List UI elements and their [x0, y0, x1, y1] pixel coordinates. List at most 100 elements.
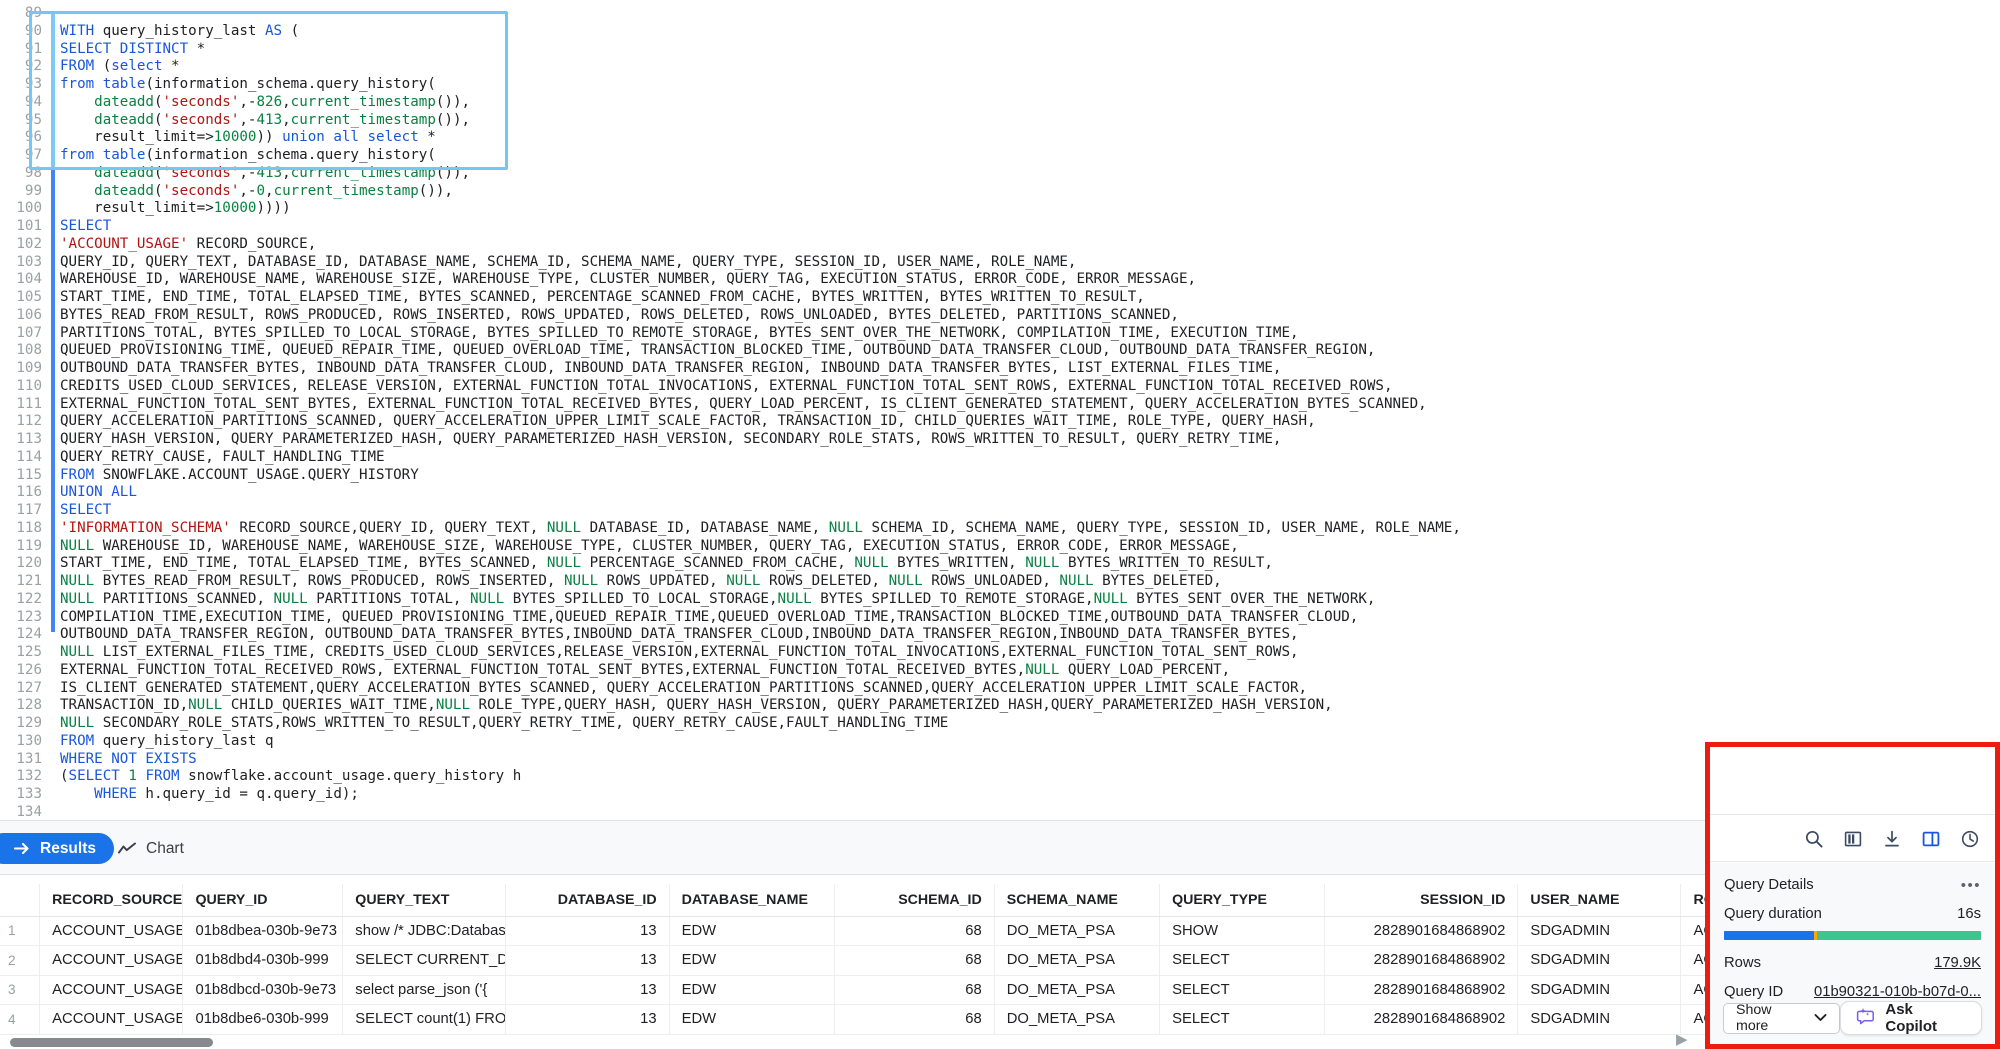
column-header-user_name[interactable]: USER_NAME — [1517, 884, 1682, 917]
columns-icon[interactable] — [1843, 829, 1863, 849]
code-line[interactable]: NULL WAREHOUSE_ID, WAREHOUSE_NAME, WAREH… — [60, 538, 1461, 556]
code-line[interactable]: dateadd('seconds',-413,current_timestamp… — [60, 112, 1461, 130]
cell-database_id[interactable]: 13 — [505, 916, 670, 946]
search-icon[interactable] — [1804, 829, 1824, 849]
cell-record_source[interactable]: ACCOUNT_USAGE — [39, 916, 184, 946]
cell-schema_name[interactable]: DO_META_PSA — [994, 916, 1161, 946]
column-header-record_source[interactable]: RECORD_SOURCE — [39, 884, 184, 917]
ask-copilot-button[interactable]: Ask Copilot — [1840, 1001, 1982, 1035]
code-line[interactable]: dateadd('seconds',-0,current_timestamp()… — [60, 183, 1461, 201]
cell-query_text[interactable]: SELECT CURRENT_DAT — [342, 945, 507, 976]
table-row[interactable]: 2 ACCOUNT_USAGE 01b8dbd4-030b-999 SELECT CU… — [0, 945, 2000, 976]
code-line[interactable]: FROM SNOWFLAKE.ACCOUNT_USAGE.QUERY_HISTO… — [60, 467, 1461, 485]
code-line[interactable]: BYTES_READ_FROM_RESULT, ROWS_PRODUCED, R… — [60, 307, 1461, 325]
column-header-schema_name[interactable]: SCHEMA_NAME — [994, 884, 1161, 917]
code-line[interactable]: FROM (select * — [60, 58, 1461, 76]
results-grid[interactable]: RECORD_SOURCE QUERY_ID QUERY_TEXT DATABASE_… — [0, 875, 2000, 1035]
code-line[interactable]: QUERY_HASH_VERSION, QUERY_PARAMETERIZED_… — [60, 431, 1461, 449]
horizontal-scrollbar[interactable] — [0, 1035, 2000, 1049]
cell-user_name[interactable]: SDGADMIN — [1517, 945, 1682, 976]
tab-results[interactable]: Results — [0, 833, 114, 864]
column-header-query_text[interactable]: QUERY_TEXT — [342, 884, 507, 917]
code-line[interactable]: PARTITIONS_TOTAL, BYTES_SPILLED_TO_LOCAL… — [60, 325, 1461, 343]
cell-record_source[interactable]: ACCOUNT_USAGE — [39, 1004, 184, 1035]
tab-chart[interactable]: Chart — [104, 833, 198, 864]
table-row[interactable]: 1 ACCOUNT_USAGE 01b8dbea-030b-9e73 show /* … — [0, 916, 2000, 946]
cell-query_id[interactable]: 01b8dbe6-030b-999 — [182, 1004, 344, 1035]
cell-database_name[interactable]: EDW — [669, 1004, 835, 1035]
code-line[interactable]: EXTERNAL_FUNCTION_TOTAL_SENT_BYTES, EXTE… — [60, 396, 1461, 414]
code-line[interactable]: START_TIME, END_TIME, TOTAL_ELAPSED_TIME… — [60, 289, 1461, 307]
cell-record_source[interactable]: ACCOUNT_USAGE — [39, 945, 184, 976]
code-line[interactable]: UNION ALL — [60, 484, 1461, 502]
column-header-database_name[interactable]: DATABASE_NAME — [669, 884, 835, 917]
cell-database_name[interactable]: EDW — [669, 916, 835, 946]
column-header-schema_id[interactable]: SCHEMA_ID — [834, 884, 995, 917]
column-header-query_id[interactable]: QUERY_ID — [182, 884, 344, 917]
column-header-query_type[interactable]: QUERY_TYPE — [1159, 884, 1326, 917]
code-line[interactable]: (SELECT 1 FROM snowflake.account_usage.q… — [60, 768, 1461, 786]
cell-schema_id[interactable]: 68 — [834, 1004, 995, 1035]
cell-query_id[interactable]: 01b8dbcd-030b-9e73 — [182, 975, 344, 1005]
horizontal-scrollbar-thumb[interactable] — [10, 1038, 213, 1047]
code-line[interactable]: CREDITS_USED_CLOUD_SERVICES, RELEASE_VER… — [60, 378, 1461, 396]
code-line[interactable]: START_TIME, END_TIME, TOTAL_ELAPSED_TIME… — [60, 555, 1461, 573]
code-line[interactable]: WITH query_history_last AS ( — [60, 23, 1461, 41]
code-line[interactable]: NULL PARTITIONS_SCANNED, NULL PARTITIONS… — [60, 591, 1461, 609]
code-line[interactable]: result_limit=>10000)))) — [60, 200, 1461, 218]
code-line[interactable]: SELECT DISTINCT * — [60, 41, 1461, 59]
cell-schema_name[interactable]: DO_META_PSA — [994, 1004, 1161, 1035]
cell-database_id[interactable]: 13 — [505, 975, 670, 1005]
cell-session_id[interactable]: 2828901684868902 — [1324, 945, 1519, 976]
code-line[interactable]: IS_CLIENT_GENERATED_STATEMENT,QUERY_ACCE… — [60, 680, 1461, 698]
cell-schema_id[interactable]: 68 — [834, 975, 995, 1005]
scroll-right-arrow-icon[interactable]: ▶ — [1676, 1030, 1688, 1048]
show-more-button[interactable]: Show more — [1723, 1002, 1841, 1034]
code-line[interactable]: SELECT — [60, 502, 1461, 520]
code-line[interactable]: FROM query_history_last q — [60, 733, 1461, 751]
code-line[interactable]: from table(information_schema.query_hist… — [60, 76, 1461, 94]
cell-query_id[interactable]: 01b8dbea-030b-9e73 — [182, 916, 344, 946]
query-id-value[interactable]: 01b90321-010b-b07d-0... — [1814, 984, 1981, 1000]
query-details-overflow-button[interactable]: ••• — [1961, 877, 1981, 894]
rows-value[interactable]: 179.9K — [1934, 955, 1981, 971]
cell-schema_name[interactable]: DO_META_PSA — [994, 945, 1161, 976]
side-panel-icon[interactable] — [1921, 829, 1941, 849]
code-line[interactable]: OUTBOUND_DATA_TRANSFER_BYTES, INBOUND_DA… — [60, 360, 1461, 378]
code-line[interactable]: dateadd('seconds',-413,current_timestamp… — [60, 165, 1461, 183]
cell-schema_name[interactable]: DO_META_PSA — [994, 975, 1161, 1005]
cell-user_name[interactable]: SDGADMIN — [1517, 975, 1682, 1005]
cell-database_name[interactable]: EDW — [669, 975, 835, 1005]
table-row[interactable]: 3 ACCOUNT_USAGE 01b8dbcd-030b-9e73 select p… — [0, 975, 2000, 1005]
cell-query_type[interactable]: SHOW — [1159, 916, 1326, 946]
cell-query_text[interactable]: show /* JDBC:Database — [342, 916, 507, 946]
code-line[interactable]: NULL SECONDARY_ROLE_STATS,ROWS_WRITTEN_T… — [60, 715, 1461, 733]
code-line[interactable]: WHERE NOT EXISTS — [60, 751, 1461, 769]
code-line[interactable]: EXTERNAL_FUNCTION_TOTAL_RECEIVED_ROWS, E… — [60, 662, 1461, 680]
code-line[interactable]: result_limit=>10000)) union all select * — [60, 129, 1461, 147]
cell-database_id[interactable]: 13 — [505, 1004, 670, 1035]
code-line[interactable]: NULL BYTES_READ_FROM_RESULT, ROWS_PRODUC… — [60, 573, 1461, 591]
column-header-database_id[interactable]: DATABASE_ID — [505, 884, 670, 917]
column-header-session_id[interactable]: SESSION_ID — [1324, 884, 1519, 917]
cell-database_id[interactable]: 13 — [505, 945, 670, 976]
download-icon[interactable] — [1882, 829, 1902, 849]
cell-schema_id[interactable]: 68 — [834, 916, 995, 946]
code-line[interactable]: OUTBOUND_DATA_TRANSFER_REGION, OUTBOUND_… — [60, 626, 1461, 644]
code-line[interactable]: QUEUED_PROVISIONING_TIME, QUEUED_REPAIR_… — [60, 342, 1461, 360]
cell-user_name[interactable]: SDGADMIN — [1517, 1004, 1682, 1035]
code-line[interactable]: NULL LIST_EXTERNAL_FILES_TIME, CREDITS_U… — [60, 644, 1461, 662]
cell-query_type[interactable]: SELECT — [1159, 1004, 1326, 1035]
code-line[interactable]: SELECT — [60, 218, 1461, 236]
history-icon[interactable] — [1960, 829, 1980, 849]
code-line[interactable]: 'INFORMATION_SCHEMA' RECORD_SOURCE,QUERY… — [60, 520, 1461, 538]
code-line[interactable]: COMPILATION_TIME,EXECUTION_TIME, QUEUED_… — [60, 609, 1461, 627]
sql-editor-pane[interactable]: 89 90 91 92 93 94 95 96 97 98 99 100 101 102 103 104 105… — [0, 0, 2000, 820]
cell-session_id[interactable]: 2828901684868902 — [1324, 1004, 1519, 1035]
cell-session_id[interactable]: 2828901684868902 — [1324, 916, 1519, 946]
table-row[interactable]: 4 ACCOUNT_USAGE 01b8dbe6-030b-999 SELECT co… — [0, 1004, 2000, 1035]
sql-code-text[interactable]: WITH query_history_last AS (SELECT DISTI… — [60, 5, 1461, 820]
cell-database_name[interactable]: EDW — [669, 945, 835, 976]
cell-record_source[interactable]: ACCOUNT_USAGE — [39, 975, 184, 1005]
code-line[interactable] — [60, 804, 1461, 820]
